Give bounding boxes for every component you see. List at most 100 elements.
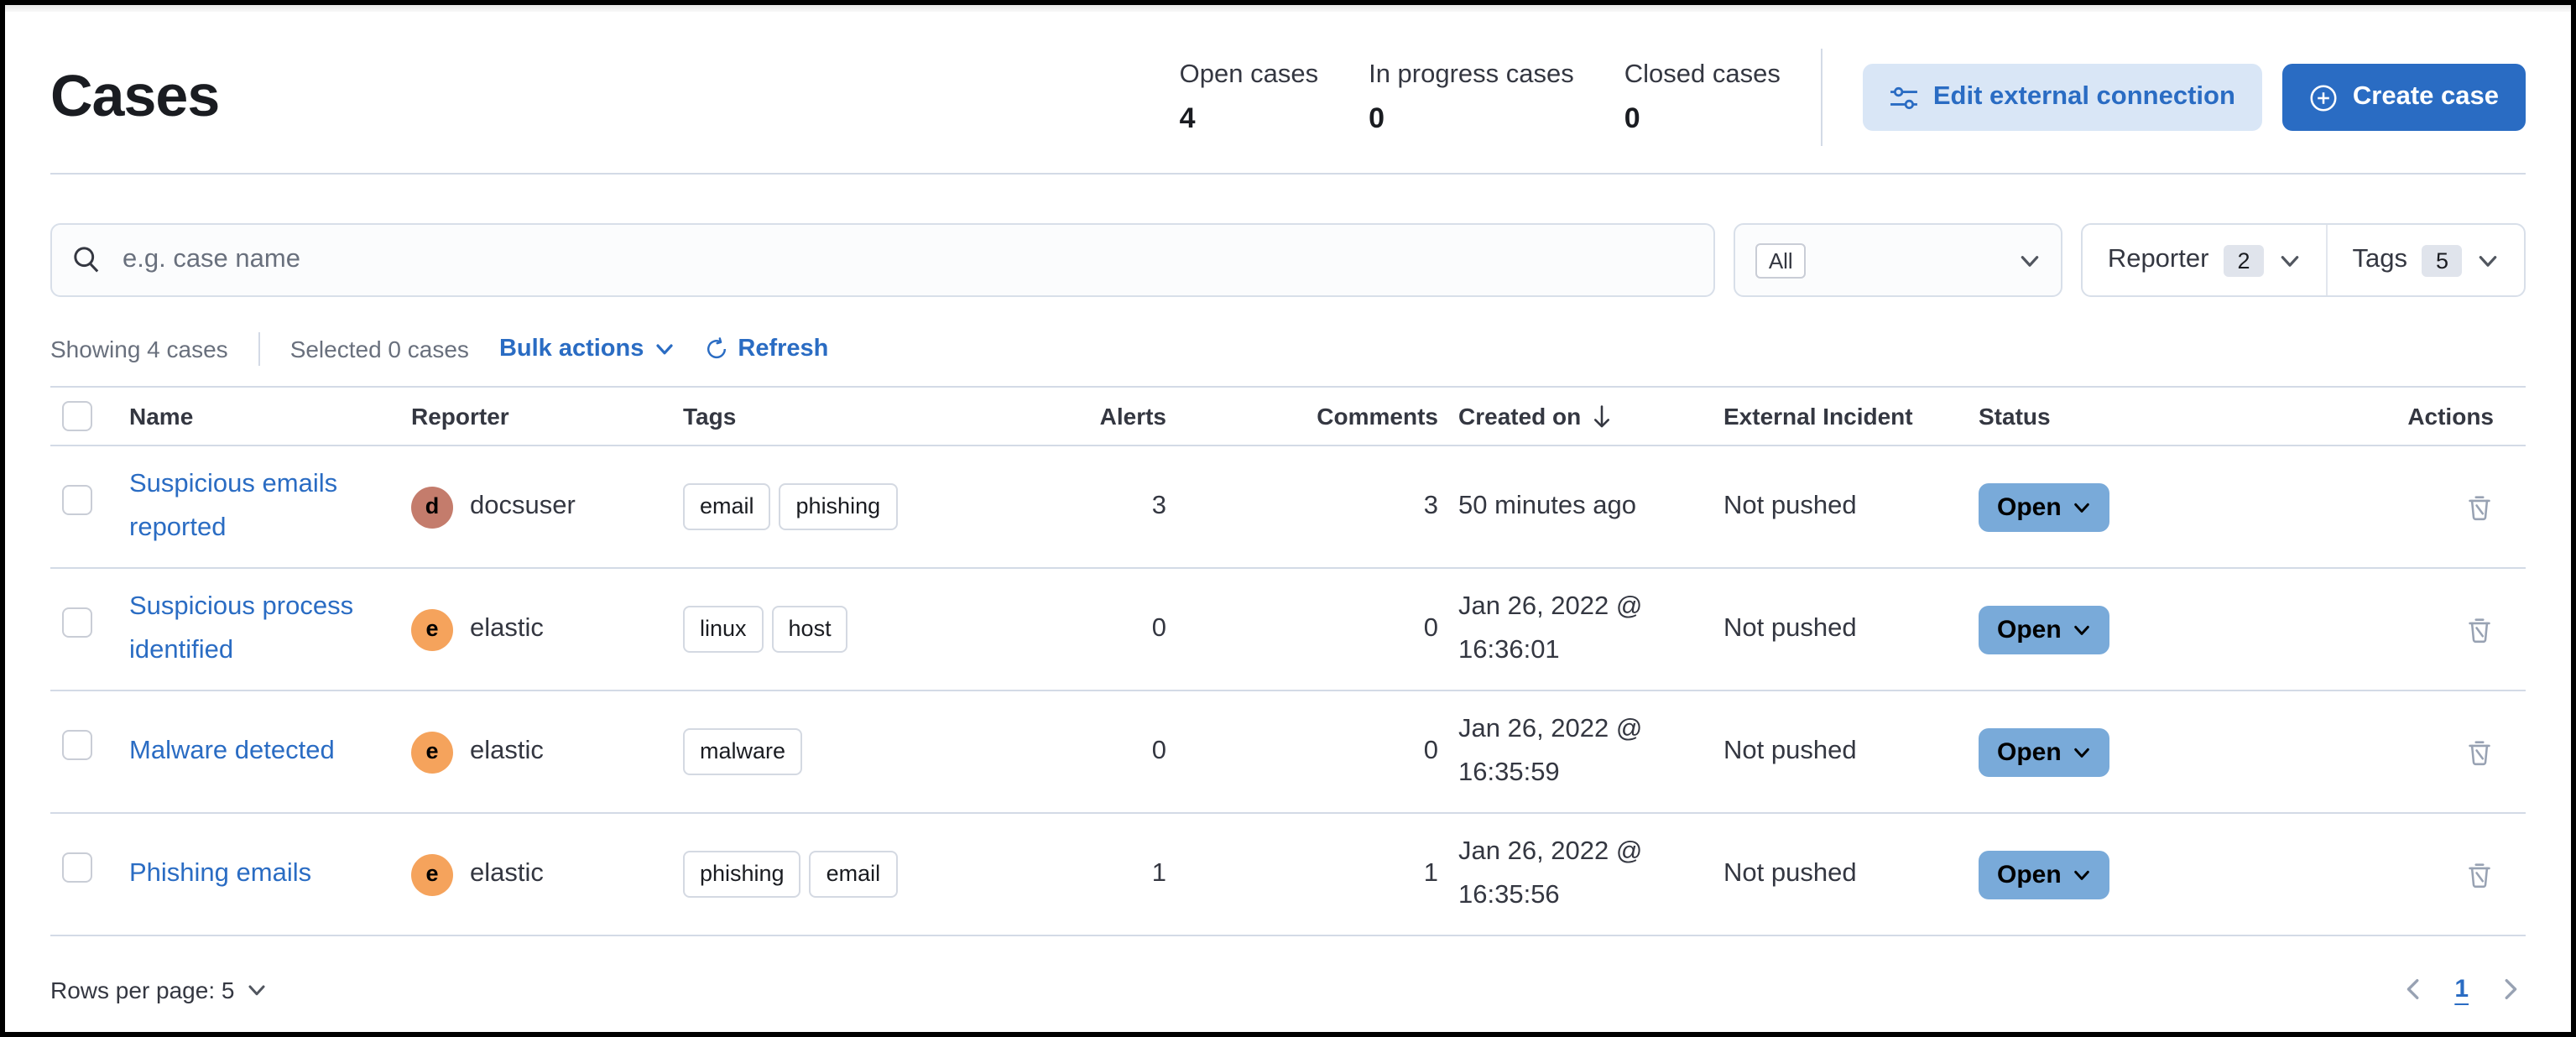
case-name-link[interactable]: Suspicious emails reported [129, 471, 337, 542]
chevron-down-icon [654, 339, 674, 359]
create-case-button[interactable]: Create case [2281, 64, 2526, 131]
status-badge[interactable]: Open [1979, 850, 2110, 899]
stat-closed-cases: Closed cases 0 [1624, 60, 1781, 133]
column-header-created-on[interactable]: Created on [1458, 403, 1723, 430]
reporter-avatar: e [411, 853, 453, 895]
case-name-link[interactable]: Malware detected [129, 737, 335, 765]
page-number-1[interactable]: 1 [2454, 975, 2469, 1003]
chevron-down-icon [2073, 743, 2092, 761]
select-all-checkbox[interactable] [62, 401, 92, 431]
column-header-alerts[interactable]: Alerts [948, 403, 1186, 430]
delete-case-button[interactable] [2459, 486, 2500, 528]
edit-external-connection-button[interactable]: Edit external connection [1862, 64, 2262, 131]
created-on: Jan 26, 2022 @ 16:35:59 [1458, 715, 1643, 787]
external-incident-status: Not pushed [1723, 492, 1857, 521]
delete-case-button[interactable] [2459, 608, 2500, 650]
showing-cases-text: Showing 4 cases [50, 336, 228, 362]
rows-per-page-button[interactable]: Rows per page: 5 [50, 976, 266, 1003]
status-filter-badge: All [1755, 242, 1807, 278]
tags-cell: email phishing [683, 482, 948, 531]
tag-badge: linux [683, 605, 764, 654]
table-row: Malware detected e elastic malware 0 0 J… [50, 691, 2526, 814]
alerts-count: 1 [1151, 859, 1166, 888]
row-checkbox[interactable] [62, 729, 92, 760]
page-header: Cases Open cases 4 In progress cases 0 C… [50, 12, 2526, 146]
reporter-count-badge: 2 [2224, 244, 2264, 276]
chevron-down-icon [2073, 620, 2092, 638]
selected-cases-text: Selected 0 cases [289, 336, 469, 362]
case-name-link[interactable]: Suspicious process identified [129, 593, 353, 664]
column-header-comments[interactable]: Comments [1186, 403, 1458, 430]
reporter-name: elastic [470, 737, 544, 766]
search-icon [72, 245, 101, 274]
external-incident-status: Not pushed [1723, 859, 1857, 888]
table-row: Suspicious emails reported d docsuser em… [50, 446, 2526, 569]
filter-group: Reporter 2 Tags 5 [2080, 223, 2526, 297]
plus-circle-icon [2309, 83, 2338, 112]
reporter-avatar: e [411, 608, 453, 650]
chevron-down-icon [2019, 249, 2041, 271]
case-stats: Open cases 4 In progress cases 0 Closed … [1180, 60, 1781, 135]
status-badge[interactable]: Open [1979, 727, 2110, 776]
header-rule [50, 173, 2526, 175]
tag-badge: email [683, 482, 771, 531]
created-on: Jan 26, 2022 @ 16:35:56 [1458, 837, 1643, 909]
delete-case-button[interactable] [2459, 853, 2500, 895]
row-checkbox[interactable] [62, 484, 92, 515]
table-row: Suspicious process identified e elastic … [50, 569, 2526, 691]
delete-case-button[interactable] [2459, 731, 2500, 773]
chevron-down-icon [2073, 865, 2092, 883]
row-checkbox[interactable] [62, 607, 92, 638]
stat-open-cases: Open cases 4 [1179, 60, 1319, 133]
reporter-filter-button[interactable]: Reporter 2 [2083, 225, 2326, 295]
column-header-name[interactable]: Name [129, 403, 411, 430]
comments-count: 0 [1423, 614, 1438, 644]
chevron-right-icon[interactable] [2494, 973, 2526, 1005]
tag-badge: email [809, 850, 898, 899]
filter-row: All Reporter 2 [50, 223, 2526, 297]
tag-badge: malware [683, 727, 803, 776]
tag-badge: phishing [779, 482, 898, 531]
comments-count: 1 [1423, 859, 1438, 888]
chevron-down-icon [246, 979, 266, 999]
reporter-avatar: d [411, 486, 453, 528]
trash-icon [2465, 737, 2494, 766]
comments-count: 0 [1423, 737, 1438, 766]
pagination: 1 [2397, 973, 2526, 1005]
cases-table: Name Reporter Tags Alerts Comments Creat… [50, 386, 2526, 936]
refresh-icon [704, 337, 727, 361]
status-badge[interactable]: Open [1979, 605, 2110, 654]
chevron-left-icon[interactable] [2397, 973, 2429, 1005]
column-header-tags[interactable]: Tags [683, 403, 948, 430]
refresh-button[interactable]: Refresh [704, 336, 828, 362]
tags-count-badge: 5 [2422, 244, 2462, 276]
comments-count: 3 [1423, 492, 1438, 521]
status-badge[interactable]: Open [1979, 482, 2110, 531]
tags-filter-button[interactable]: Tags 5 [2325, 225, 2524, 295]
tags-cell: linux host [683, 605, 948, 654]
bulk-actions-button[interactable]: Bulk actions [499, 336, 674, 362]
column-header-actions: Actions [2407, 403, 2494, 430]
created-on: Jan 26, 2022 @ 16:36:01 [1458, 592, 1643, 664]
search-input[interactable] [50, 223, 1715, 297]
reporter-avatar: e [411, 731, 453, 773]
trash-icon [2465, 615, 2494, 644]
utility-bar: Showing 4 cases Selected 0 cases Bulk ac… [50, 332, 2526, 366]
column-header-external-incident[interactable]: External Incident [1723, 403, 1979, 430]
trash-icon [2465, 492, 2494, 521]
sort-desc-icon [1591, 404, 1613, 429]
table-footer: Rows per page: 5 1 [50, 973, 2526, 1005]
cases-page: Cases Open cases 4 In progress cases 0 C… [0, 0, 2576, 1037]
created-on: 50 minutes ago [1458, 492, 1636, 521]
row-checkbox[interactable] [62, 852, 92, 883]
status-filter-select[interactable]: All [1733, 223, 2062, 297]
column-header-status[interactable]: Status [1979, 403, 2193, 430]
tags-cell: phishing email [683, 850, 948, 899]
case-name-link[interactable]: Phishing emails [129, 859, 311, 888]
alerts-count: 0 [1151, 614, 1166, 644]
column-header-reporter[interactable]: Reporter [411, 403, 683, 430]
chevron-down-icon [2477, 249, 2499, 271]
external-incident-status: Not pushed [1723, 614, 1857, 644]
reporter-name: elastic [470, 614, 544, 644]
tag-badge: phishing [683, 850, 801, 899]
